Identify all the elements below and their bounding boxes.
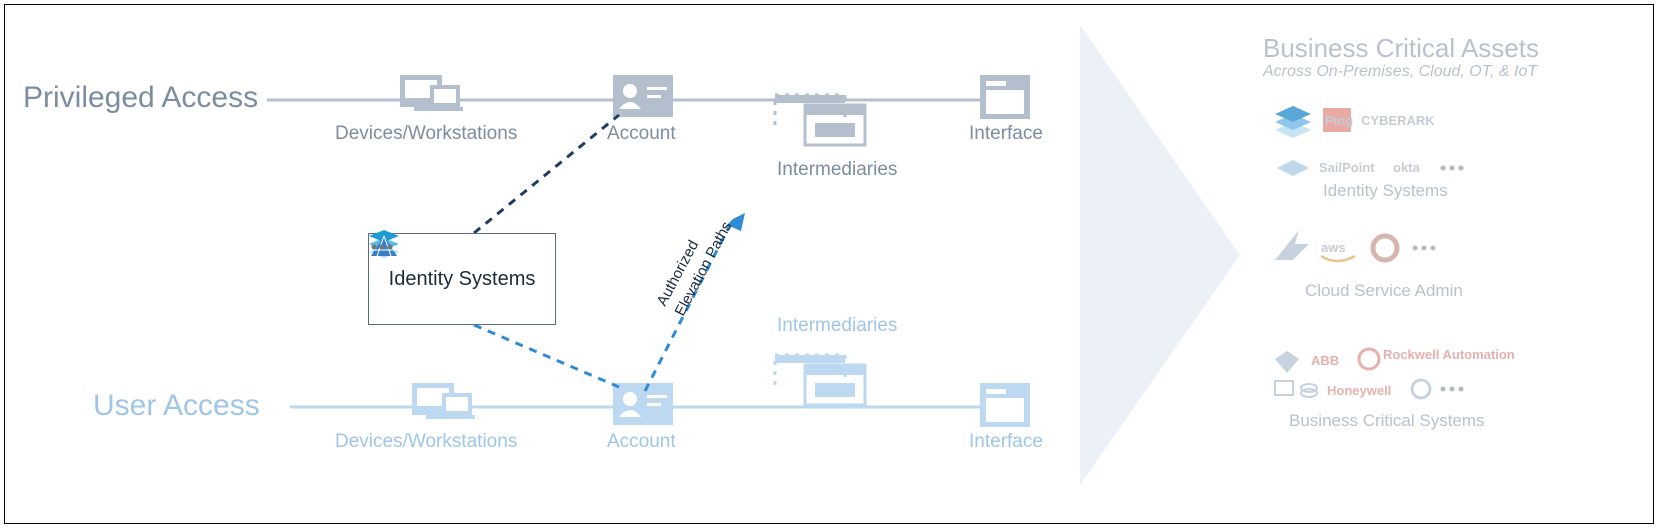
svg-text:Rockwell Automation: Rockwell Automation bbox=[1383, 347, 1515, 362]
sidebar-section-bcs: Business Critical Systems bbox=[1289, 411, 1485, 431]
intermediaries-icon-priv bbox=[765, 95, 915, 145]
devices-icon-user bbox=[412, 383, 475, 419]
svg-text:SailPoint: SailPoint bbox=[1319, 160, 1375, 175]
intermediaries-icon-user bbox=[775, 355, 865, 405]
priv-devices-label: Devices/Workstations bbox=[335, 123, 517, 145]
user-intermediaries-label: Intermediaries bbox=[777, 315, 897, 337]
user-account-label: Account bbox=[607, 431, 676, 453]
elevation-arrow: Authorized Elevation Paths bbox=[645, 213, 745, 391]
priv-interface-label: Interface bbox=[969, 123, 1043, 145]
svg-text:okta: okta bbox=[1393, 160, 1421, 175]
priv-account-label: Account bbox=[607, 123, 676, 145]
svg-text:Ping: Ping bbox=[1325, 113, 1353, 128]
privileged-access-title: Privileged Access bbox=[23, 81, 258, 115]
svg-text:CYBERARK: CYBERARK bbox=[1361, 113, 1435, 128]
priv-intermediaries-label: Intermediaries bbox=[777, 159, 897, 181]
dash-to-user-account bbox=[474, 325, 619, 387]
sidebar-cloud-icons: aws bbox=[1275, 230, 1436, 261]
account-icon-user bbox=[613, 383, 673, 425]
devices-icon-priv bbox=[400, 75, 463, 111]
user-interface-label: Interface bbox=[969, 431, 1043, 453]
svg-text:aws: aws bbox=[1321, 240, 1346, 255]
svg-text:Honeywell: Honeywell bbox=[1327, 383, 1391, 398]
sidebar-title: Business Critical Assets bbox=[1263, 33, 1539, 64]
interface-icon-priv bbox=[980, 75, 1030, 119]
interface-icon-user bbox=[980, 383, 1030, 427]
user-access-title: User Access bbox=[93, 389, 260, 423]
identity-systems-caption: Identity Systems bbox=[369, 262, 555, 301]
diagram-frame: Authorized Elevation Paths Ping CYBERARK… bbox=[4, 4, 1654, 524]
sidebar-subtitle: Across On-Premises, Cloud, OT, & IoT bbox=[1263, 63, 1537, 81]
svg-text:ABB: ABB bbox=[1311, 353, 1339, 368]
sidebar-bcs-icons: ABB Rockwell Automation Honeywell bbox=[1275, 347, 1515, 398]
sidebar-identity-icons: Ping CYBERARK SailPoint okta bbox=[1275, 106, 1464, 176]
sidebar-section-cloud: Cloud Service Admin bbox=[1305, 281, 1463, 301]
sidebar-section-identity: Identity Systems bbox=[1323, 181, 1448, 201]
identity-systems-card: Identity Systems bbox=[368, 233, 556, 325]
account-icon-priv bbox=[613, 75, 673, 117]
funnel-shape bbox=[1080, 25, 1240, 485]
user-devices-label: Devices/Workstations bbox=[335, 431, 517, 453]
